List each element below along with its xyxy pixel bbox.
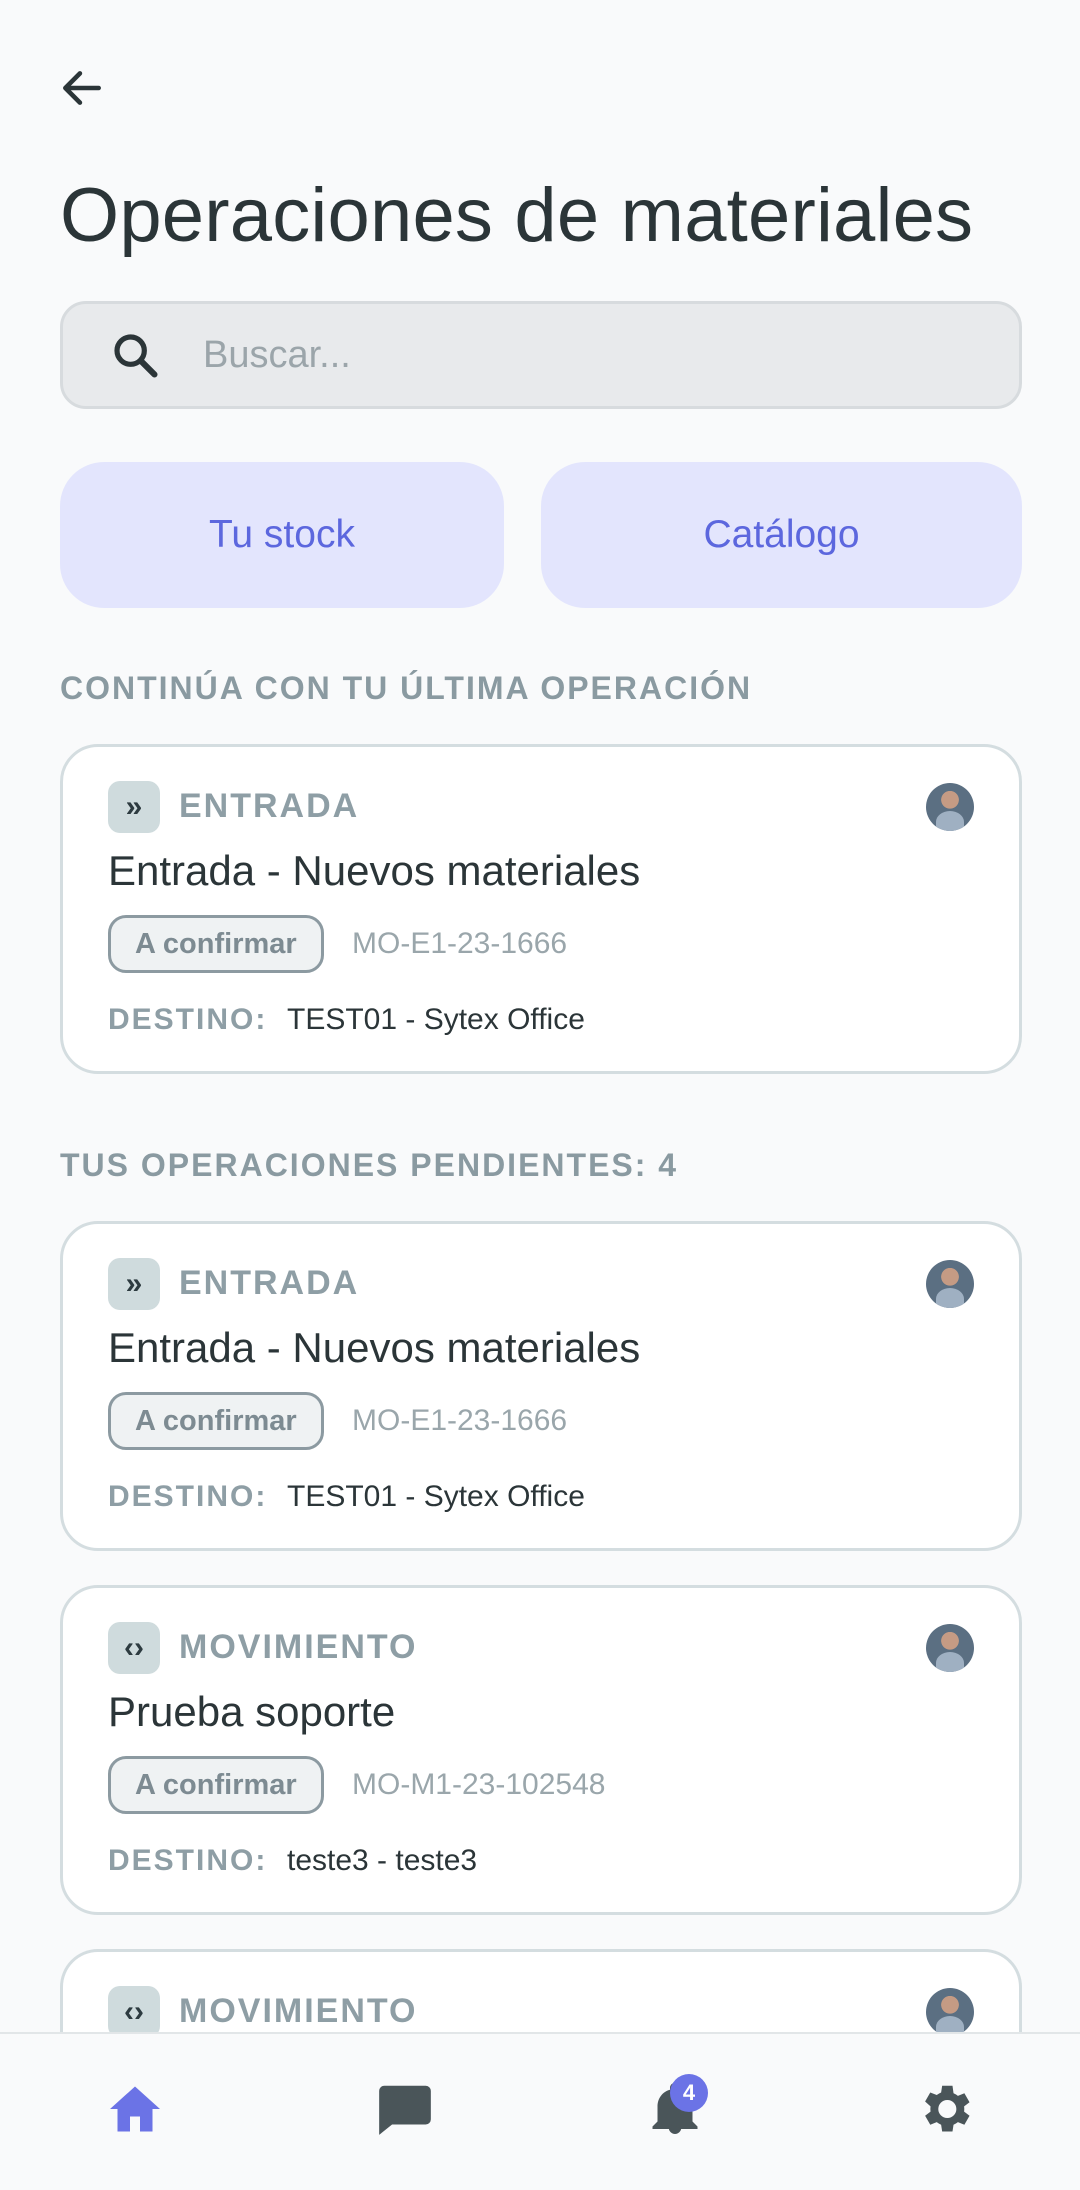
avatar (926, 783, 974, 831)
your-stock-button[interactable]: Tu stock (60, 462, 504, 608)
section-title-last-operation: CONTINÚA CON TU ÚLTIMA OPERACIÓN (60, 670, 753, 706)
avatar (926, 1988, 974, 2036)
operation-type: ENTRADA (179, 787, 360, 825)
section-title-pending: TUS OPERACIONES PENDIENTES: 4 (60, 1147, 679, 1183)
back-button[interactable] (52, 58, 112, 118)
code-arrows-icon: ‹› (108, 1622, 160, 1674)
home-icon (110, 2086, 160, 2132)
double-chevron-right-icon: » (108, 1258, 160, 1310)
status-badge: A confirmar (108, 1756, 324, 1814)
operation-type: ENTRADA (179, 1264, 360, 1302)
nav-messages[interactable] (270, 2034, 540, 2184)
destination-label: DESTINO: (108, 1844, 268, 1877)
operation-name: Entrada - Nuevos materiales (108, 1324, 641, 1371)
arrow-left-icon (63, 71, 101, 105)
operation-name: Entrada - Nuevos materiales (108, 847, 641, 894)
page-title: Operaciones de materiales (60, 173, 974, 258)
nav-notifications[interactable] (540, 2034, 810, 2184)
avatar (926, 1260, 974, 1308)
notification-count-badge: 4 (670, 2074, 708, 2112)
operation-code: MO-E1-23-1666 (352, 927, 568, 960)
destination-value: TEST01 - Sytex Office (287, 1003, 585, 1036)
operation-card[interactable]: ‹› MOVIMIENTO Prueba soporte A confirmar… (60, 1585, 1022, 1915)
operation-code: MO-M1-23-102548 (352, 1768, 606, 1801)
chat-icon (379, 2085, 431, 2135)
nav-home[interactable] (0, 2034, 270, 2184)
gear-icon (925, 2085, 970, 2132)
destination-value: teste3 - teste3 (287, 1844, 478, 1877)
search-placeholder: Buscar... (203, 333, 351, 376)
nav-settings[interactable] (810, 2034, 1080, 2184)
bottom-navbar (0, 2032, 1080, 2190)
operation-code: MO-E1-23-1666 (352, 1404, 568, 1437)
operation-type: MOVIMIENTO (179, 1992, 418, 2030)
status-badge: A confirmar (108, 1392, 324, 1450)
operation-card[interactable]: » ENTRADA Entrada - Nuevos materiales A … (60, 744, 1022, 1074)
operation-card[interactable]: » ENTRADA Entrada - Nuevos materiales A … (60, 1221, 1022, 1551)
catalog-button[interactable]: Catálogo (541, 462, 1022, 608)
search-input[interactable]: Buscar... (60, 301, 1022, 409)
destination-value: TEST01 - Sytex Office (287, 1480, 585, 1513)
destination-label: DESTINO: (108, 1480, 268, 1513)
avatar (926, 1624, 974, 1672)
status-badge: A confirmar (108, 915, 324, 973)
operation-name: Prueba soporte (108, 1688, 396, 1735)
operation-type: MOVIMIENTO (179, 1628, 418, 1666)
double-chevron-right-icon: » (108, 781, 160, 833)
code-arrows-icon: ‹› (108, 1986, 160, 2038)
search-icon (105, 325, 165, 385)
destination-label: DESTINO: (108, 1003, 268, 1036)
